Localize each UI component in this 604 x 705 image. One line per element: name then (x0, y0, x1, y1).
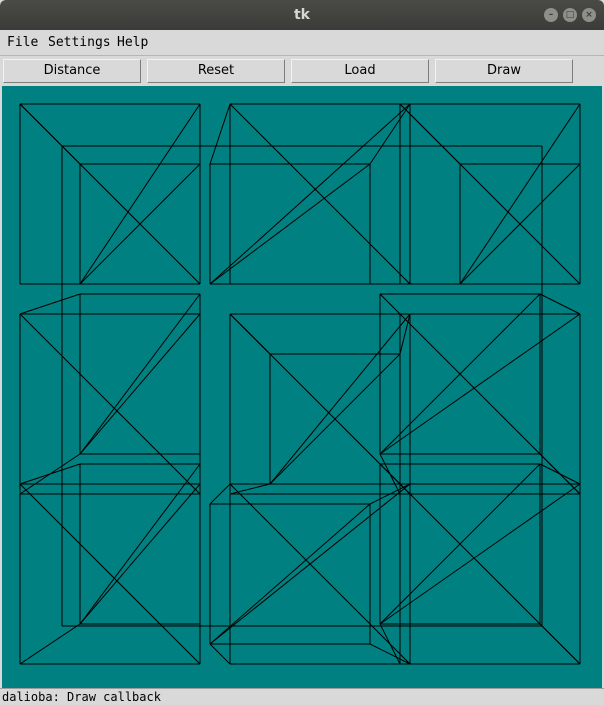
cube-depth-edge (209, 483, 231, 505)
menu-file[interactable]: File (7, 35, 38, 50)
status-bar: dalioba: Draw callback (0, 688, 604, 705)
cube-diagonal (459, 103, 581, 285)
cube-depth-edge (209, 103, 231, 165)
cube-depth-edge (379, 293, 401, 315)
cube-diagonal (79, 103, 201, 285)
menu-help[interactable]: Help (117, 35, 148, 50)
cube-diagonal (399, 483, 581, 665)
drawing-canvas[interactable] (2, 86, 602, 688)
cube-diagonal (79, 293, 201, 455)
cube-diagonal (399, 103, 581, 285)
reset-button[interactable]: Reset (147, 59, 285, 83)
distance-button[interactable]: Distance (3, 59, 141, 83)
cube-depth-edge (369, 643, 411, 665)
cube-depth-edge (539, 463, 581, 485)
cube-depth-edge (229, 483, 271, 495)
cube-diagonal (79, 483, 201, 625)
cube-depth-edge (19, 623, 81, 665)
wireframe-cubes (19, 103, 581, 665)
cube-diagonal (209, 503, 371, 645)
cube-diagonal (19, 483, 201, 665)
cube-diagonal (19, 313, 201, 495)
cube-diagonal (229, 103, 411, 285)
cube-depth-edge (539, 293, 581, 315)
menu-bar: File Settings Help (0, 30, 604, 56)
cube-diagonal (229, 483, 411, 665)
draw-button[interactable]: Draw (435, 59, 573, 83)
cube-diagonal (269, 313, 411, 485)
close-icon[interactable]: × (582, 8, 596, 22)
window-title: tk (293, 7, 310, 23)
cube-diagonal (79, 313, 201, 455)
cube-depth-edge (379, 463, 401, 485)
cube-diagonal (19, 103, 201, 285)
menu-settings[interactable]: Settings (48, 35, 111, 50)
app-window: tk – □ × File Settings Help Distance Res… (0, 0, 604, 705)
cube-diagonal (209, 103, 411, 285)
toolbar: Distance Reset Load Draw (0, 56, 604, 86)
minimize-icon[interactable]: – (544, 8, 558, 22)
cube-depth-edge (379, 623, 401, 665)
cube-depth-edge (209, 643, 231, 665)
maximize-icon[interactable]: □ (563, 8, 577, 22)
cube-depth-edge (19, 463, 81, 485)
load-button[interactable]: Load (291, 59, 429, 83)
cube-diagonal (79, 463, 201, 625)
cube-diagonal (209, 163, 371, 285)
cube-diagonal (399, 313, 581, 495)
cube-depth-edge (19, 293, 81, 315)
title-bar[interactable]: tk – □ × (0, 0, 604, 30)
